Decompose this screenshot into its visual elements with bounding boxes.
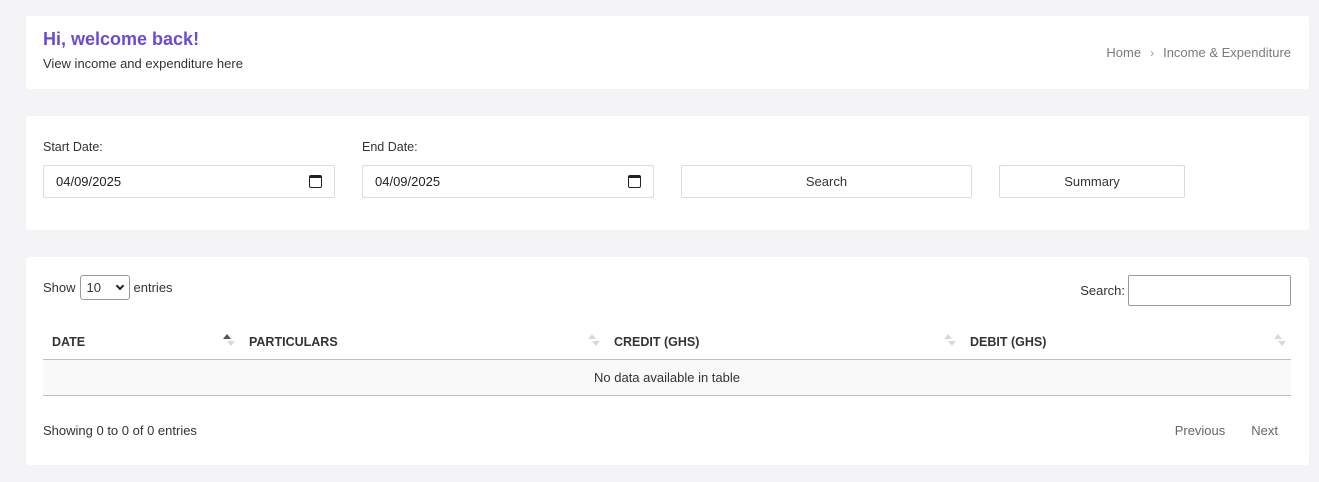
empty-table-row: No data available in table	[43, 360, 1291, 396]
breadcrumb-home[interactable]: Home	[1106, 45, 1141, 60]
sort-icon	[222, 334, 236, 348]
start-date-label: Start Date:	[43, 140, 103, 154]
chevron-down-icon	[115, 281, 124, 291]
page-length-select[interactable]: 10	[79, 275, 130, 300]
chevron-right-icon: ›	[1150, 45, 1155, 60]
start-date-input[interactable]: 04/09/2025	[43, 165, 335, 198]
column-header-particulars[interactable]: PARTICULARS	[240, 324, 605, 359]
column-header-credit[interactable]: CREDIT (GHS)	[605, 324, 961, 359]
column-header-label: DEBIT (GHS)	[970, 334, 1047, 349]
table-header-row: DATE PARTICULARS CREDIT (GHS) DEBIT (GHS…	[43, 324, 1291, 360]
breadcrumb-current: Income & Expenditure	[1163, 45, 1291, 60]
search-button[interactable]: Search	[681, 165, 972, 198]
end-date-label: End Date:	[362, 140, 418, 154]
search-label: Search:	[1080, 283, 1125, 298]
calendar-icon[interactable]	[309, 175, 322, 188]
welcome-subtitle: View income and expenditure here	[43, 56, 243, 71]
column-header-label: DATE	[52, 334, 86, 349]
page-length-control: Show 10 entries	[43, 275, 173, 300]
summary-button[interactable]: Summary	[999, 165, 1185, 198]
end-date-value: 04/09/2025	[375, 174, 441, 189]
header-card: Hi, welcome back! View income and expend…	[26, 16, 1309, 89]
previous-button[interactable]: Previous	[1162, 423, 1239, 438]
show-label: Show	[43, 280, 76, 295]
pagination: Previous Next	[1162, 423, 1291, 438]
table-search: Search:	[1080, 275, 1291, 306]
column-header-label: PARTICULARS	[249, 334, 338, 349]
table-info: Showing 0 to 0 of 0 entries	[43, 423, 197, 438]
search-input[interactable]	[1128, 275, 1291, 306]
entries-label: entries	[133, 280, 173, 295]
welcome-title: Hi, welcome back!	[43, 29, 200, 49]
column-header-date[interactable]: DATE	[43, 324, 240, 359]
page-length-value: 10	[86, 280, 101, 295]
column-header-label: CREDIT (GHS)	[614, 334, 700, 349]
breadcrumb: Home › Income & Expenditure	[1106, 45, 1291, 60]
filter-card: Start Date: 04/09/2025 End Date: 04/09/2…	[26, 116, 1309, 230]
start-date-value: 04/09/2025	[56, 174, 122, 189]
end-date-input[interactable]: 04/09/2025	[362, 165, 654, 198]
next-button[interactable]: Next	[1238, 423, 1291, 438]
data-table: DATE PARTICULARS CREDIT (GHS) DEBIT (GHS…	[43, 324, 1291, 396]
sort-icon	[587, 334, 601, 348]
column-header-debit[interactable]: DEBIT (GHS)	[961, 324, 1291, 359]
sort-icon	[943, 334, 957, 348]
sort-icon	[1273, 334, 1287, 348]
calendar-icon[interactable]	[628, 175, 641, 188]
table-card: Show 10 entries Search: DATE PARTICULARS…	[26, 257, 1309, 465]
